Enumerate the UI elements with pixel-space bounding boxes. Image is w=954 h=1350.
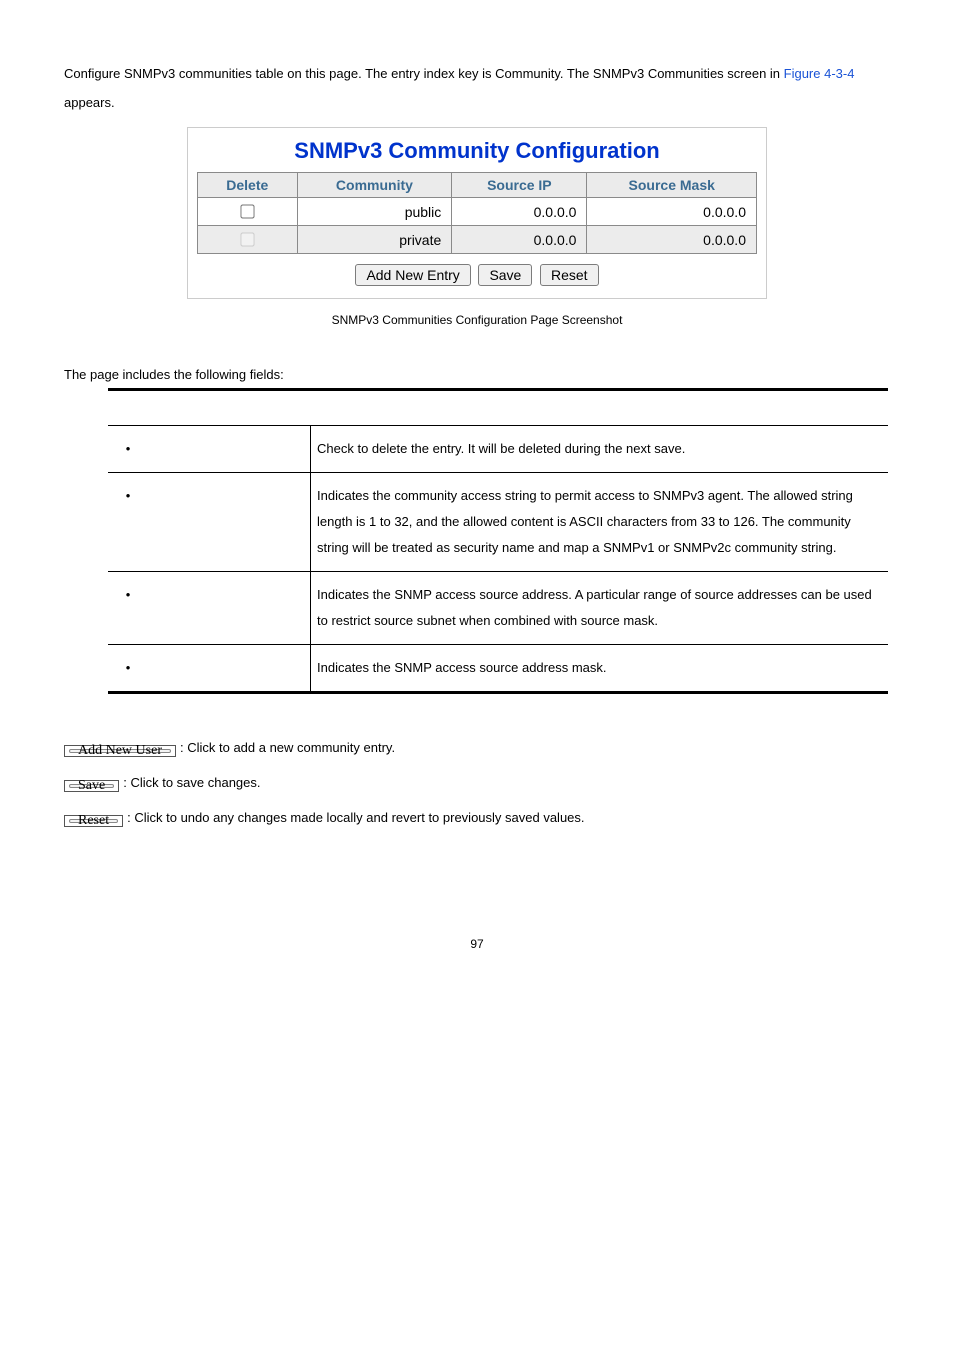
cell-community: public (297, 198, 452, 226)
cell-source-ip: 0.0.0.0 (452, 226, 587, 254)
fields-table: • Check to delete the entry. It will be … (108, 388, 888, 694)
fields-intro: The page includes the following fields: (64, 367, 890, 382)
col-delete: Delete (198, 173, 298, 198)
reset-button[interactable]: Reset (540, 264, 599, 286)
save-desc: : Click to save changes. (123, 775, 260, 792)
delete-checkbox[interactable] (241, 205, 255, 219)
figure-caption: SNMPv3 Communities Configuration Page Sc… (64, 313, 890, 327)
table-row: • Indicates the SNMP access source addre… (108, 572, 888, 645)
add-new-user-label: Add New User (69, 749, 171, 753)
cell-community: private (297, 226, 452, 254)
reset-label: Reset (69, 819, 118, 823)
field-object: • (108, 645, 311, 693)
save-image: Save (64, 780, 119, 792)
save-button[interactable]: Save (478, 264, 532, 286)
field-object: • (108, 426, 311, 473)
field-object: • (108, 572, 311, 645)
cell-source-mask: 0.0.0.0 (587, 226, 757, 254)
col-source-mask: Source Mask (587, 173, 757, 198)
page-number: 97 (64, 937, 890, 951)
cell-source-ip: 0.0.0.0 (452, 198, 587, 226)
figure-title: SNMPv3 Community Configuration (194, 138, 760, 164)
save-label: Save (69, 784, 114, 788)
reset-image: Reset (64, 815, 123, 827)
community-table: Delete Community Source IP Source Mask p… (197, 172, 757, 254)
col-source-ip: Source IP (452, 173, 587, 198)
fields-header-object (108, 390, 311, 426)
add-new-user-image: Add New User (64, 745, 176, 757)
fields-header-description (311, 390, 889, 426)
table-row: public 0.0.0.0 0.0.0.0 (198, 198, 757, 226)
delete-checkbox[interactable] (241, 233, 255, 247)
reset-desc: : Click to undo any changes made locally… (127, 810, 584, 827)
table-row: • Check to delete the entry. It will be … (108, 426, 888, 473)
intro-paragraph: Configure SNMPv3 communities table on th… (64, 60, 890, 117)
cell-source-mask: 0.0.0.0 (587, 198, 757, 226)
figure-link[interactable]: Figure 4-3-4 (784, 66, 855, 81)
intro-prefix: Configure SNMPv3 communities table on th… (64, 66, 784, 81)
field-description: Check to delete the entry. It will be de… (311, 426, 889, 473)
intro-suffix: appears. (64, 95, 115, 110)
field-description: Indicates the community access string to… (311, 473, 889, 572)
field-description: Indicates the SNMP access source address… (311, 645, 889, 693)
field-object: • (108, 473, 311, 572)
table-row: • Indicates the SNMP access source addre… (108, 645, 888, 693)
table-row: • Indicates the community access string … (108, 473, 888, 572)
col-community: Community (297, 173, 452, 198)
table-row: private 0.0.0.0 0.0.0.0 (198, 226, 757, 254)
add-new-entry-button[interactable]: Add New Entry (355, 264, 470, 286)
add-new-user-desc: : Click to add a new community entry. (180, 740, 395, 757)
field-description: Indicates the SNMP access source address… (311, 572, 889, 645)
figure-button-row: Add New Entry Save Reset (194, 264, 760, 286)
screenshot-figure: SNMPv3 Community Configuration Delete Co… (187, 127, 767, 299)
